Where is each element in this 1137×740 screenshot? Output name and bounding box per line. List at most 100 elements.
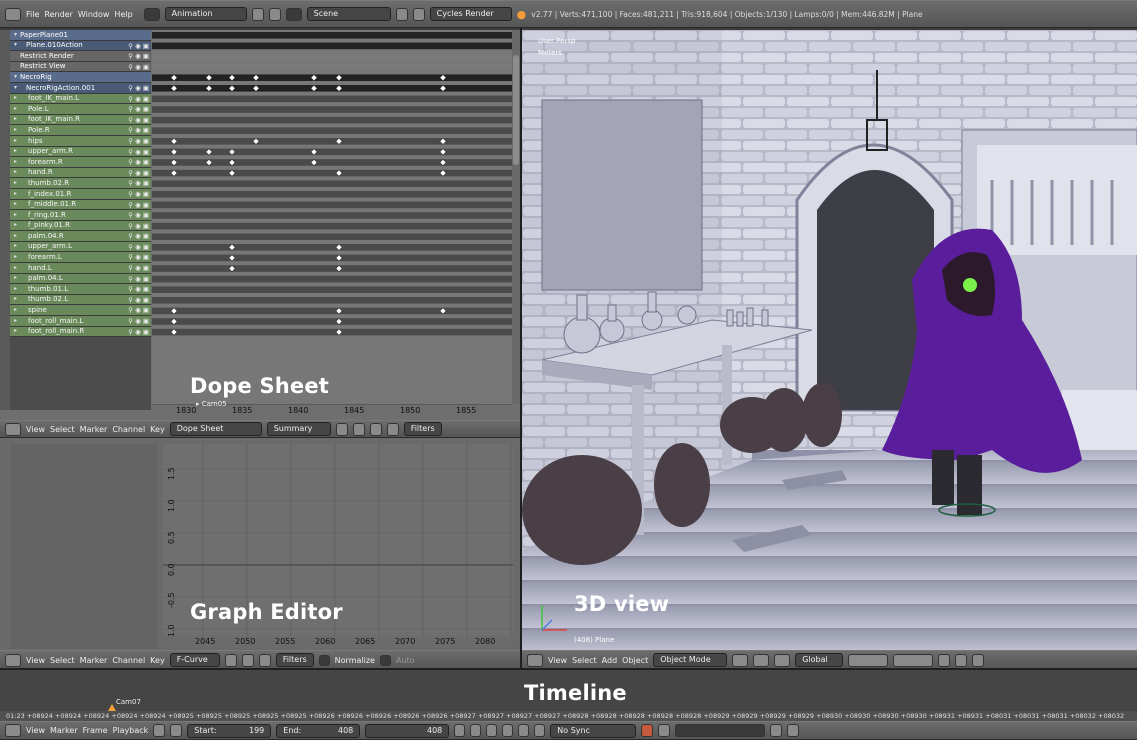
- proportional-icon[interactable]: [955, 653, 968, 667]
- channel-toggle-icons[interactable]: ⚲ ◉ ▣: [126, 241, 149, 252]
- graph-filter-icon-2[interactable]: [241, 653, 254, 667]
- graph-menu-select[interactable]: Select: [50, 656, 75, 665]
- keyframe-strip[interactable]: [152, 201, 512, 209]
- dope-mode-select[interactable]: Dope Sheet: [169, 422, 262, 436]
- jump-start-icon[interactable]: [454, 724, 466, 737]
- 3d-menu-view[interactable]: View: [548, 656, 567, 665]
- channel-row[interactable]: ▸ palm.04.L ⚲ ◉ ▣: [10, 273, 151, 285]
- channel-row[interactable]: ▸ Pole.R ⚲ ◉ ▣: [10, 125, 151, 136]
- channel-toggle-icons[interactable]: ⚲ ◉ ▣: [126, 135, 149, 146]
- channel-toggle-icons[interactable]: ⚲ ◉ ▣: [126, 263, 149, 273]
- keyframe-strip[interactable]: [152, 53, 512, 60]
- dope-sheet-scrollbar[interactable]: [512, 30, 520, 404]
- keyframe-strip[interactable]: [152, 42, 512, 50]
- dope-filter-icon-4[interactable]: [386, 422, 399, 436]
- keyframe-strip[interactable]: [152, 32, 512, 39]
- insert-key-icon[interactable]: [770, 724, 783, 737]
- sync-mode-select[interactable]: No Sync: [550, 723, 637, 738]
- keyframe-strip[interactable]: [152, 180, 512, 187]
- channel-row[interactable]: ▸ hand.R ⚲ ◉ ▣: [10, 167, 151, 179]
- channel-toggle-icons[interactable]: ⚲ ◉ ▣: [126, 125, 149, 135]
- channel-toggle-icons[interactable]: ⚲ ◉ ▣: [126, 316, 149, 326]
- channel-row[interactable]: ▸ foot_IK_main.R ⚲ ◉ ▣: [10, 114, 151, 126]
- delete-key-icon[interactable]: [787, 724, 800, 737]
- 3d-menu-add[interactable]: Add: [602, 656, 618, 665]
- graph-filter-icon-3[interactable]: [258, 653, 271, 667]
- dope-menu-select[interactable]: Select: [50, 425, 75, 434]
- channel-toggle-icons[interactable]: ⚲ ◉ ▣: [126, 167, 149, 178]
- channel-row[interactable]: ▸ upper_arm.L ⚲ ◉ ▣: [10, 241, 151, 253]
- keyframe-strip[interactable]: [152, 63, 512, 71]
- channel-toggle-icons[interactable]: ⚲ ◉ ▣: [126, 114, 149, 125]
- channel-row[interactable]: ▸ forearm.R ⚲ ◉ ▣: [10, 157, 151, 168]
- timeline-menu-marker[interactable]: Marker: [50, 726, 78, 735]
- screen-layout-icon[interactable]: [143, 7, 160, 21]
- snap-icon[interactable]: [938, 653, 951, 667]
- channel-toggle-icons[interactable]: ⚲ ◉ ▣: [126, 294, 149, 305]
- timeline-menu-view[interactable]: View: [26, 726, 45, 735]
- keyframe-strip[interactable]: [152, 286, 512, 293]
- keyframe-strip[interactable]: [152, 169, 512, 177]
- channel-toggle-icons[interactable]: ⚲ ◉ ▣: [126, 210, 149, 220]
- end-frame-field[interactable]: End: 408: [276, 723, 361, 738]
- graph-mode-select[interactable]: F-Curve: [169, 653, 220, 667]
- keyframe-strip[interactable]: [152, 244, 512, 251]
- channel-toggle-icons[interactable]: ⚲ ◉ ▣: [126, 326, 149, 337]
- channel-row[interactable]: ▸ foot_IK_main.L ⚲ ◉ ▣: [10, 93, 151, 105]
- keyframe-strips[interactable]: [152, 30, 512, 404]
- channel-toggle-icons[interactable]: ⚲ ◉ ▣: [126, 284, 149, 294]
- channel-row[interactable]: ▸ upper_arm.R ⚲ ◉ ▣: [10, 146, 151, 158]
- 3d-viewport[interactable]: User Persp Meters (408) Plane: [522, 30, 1137, 650]
- remove-screen-icon[interactable]: [268, 7, 281, 21]
- editor-type-info-icon[interactable]: [5, 7, 21, 21]
- area-separator-timeline[interactable]: [0, 668, 1137, 670]
- channel-row[interactable]: ▸ hips ⚲ ◉ ▣: [10, 135, 151, 147]
- channel-row[interactable]: ▸ f_middle.01.R ⚲ ◉ ▣: [10, 199, 151, 211]
- keyframe-strip[interactable]: [152, 233, 512, 240]
- channel-toggle-icons[interactable]: ⚲ ◉ ▣: [126, 231, 149, 241]
- dope-summary-toggle[interactable]: Summary: [266, 422, 331, 436]
- scene-icon[interactable]: [285, 7, 302, 21]
- dope-filter-icon-2[interactable]: [352, 422, 365, 436]
- preview-range-icon[interactable]: [153, 724, 166, 737]
- normalize-checkbox[interactable]: [318, 654, 330, 666]
- channel-row[interactable]: ▾ NecroRigAction.001 ⚲ ◉ ▣: [10, 82, 151, 94]
- keyframe-strip[interactable]: [152, 275, 512, 283]
- dope-menu-channel[interactable]: Channel: [112, 425, 145, 434]
- transform-orientation-select[interactable]: Global: [795, 653, 844, 667]
- menu-help[interactable]: Help: [114, 10, 132, 19]
- keyframe-strip[interactable]: [152, 265, 512, 272]
- dope-menu-view[interactable]: View: [26, 425, 45, 434]
- keyframe-strip[interactable]: [152, 222, 512, 230]
- remove-scene-icon[interactable]: [412, 7, 425, 21]
- channel-row[interactable]: Restrict Render ⚲ ◉ ▣: [10, 51, 151, 62]
- lock-range-icon[interactable]: [170, 724, 183, 737]
- keyframe-strip[interactable]: [152, 138, 512, 145]
- dope-sheet-keyframe-area[interactable]: [152, 30, 512, 404]
- channel-row[interactable]: ▸ palm.04.R ⚲ ◉ ▣: [10, 231, 151, 242]
- dope-menu-marker[interactable]: Marker: [80, 425, 108, 434]
- interaction-mode-select[interactable]: Object Mode: [653, 653, 728, 667]
- keyframe-strip[interactable]: [152, 307, 512, 315]
- channel-row[interactable]: ▸ spine ⚲ ◉ ▣: [10, 305, 151, 317]
- scene-field[interactable]: Scene: [306, 7, 391, 21]
- area-separator-vertical[interactable]: [520, 28, 522, 670]
- graph-filters-button[interactable]: Filters: [275, 653, 314, 667]
- layers-grid-icon-1[interactable]: [848, 653, 889, 667]
- channel-toggle-icons[interactable]: ⚲ ◉ ▣: [126, 199, 149, 210]
- graph-menu-channel[interactable]: Channel: [112, 656, 145, 665]
- dope-filter-icon-1[interactable]: [335, 422, 348, 436]
- channel-row[interactable]: ▾ Plane.010Action ⚲ ◉ ▣: [10, 40, 151, 52]
- 3d-menu-select[interactable]: Select: [572, 656, 597, 665]
- channel-toggle-icons[interactable]: ⚲ ◉ ▣: [126, 93, 149, 104]
- channel-toggle-icons[interactable]: ⚲ ◉ ▣: [126, 104, 149, 114]
- channel-row[interactable]: ▸ hand.L ⚲ ◉ ▣: [10, 263, 151, 274]
- dope-filters-button[interactable]: Filters: [403, 422, 442, 436]
- channel-row[interactable]: ▸ thumb.02.R ⚲ ◉ ▣: [10, 178, 151, 189]
- manipulator-icon[interactable]: [774, 653, 791, 667]
- channel-row[interactable]: ▸ foot_roll_main.L ⚲ ◉ ▣: [10, 316, 151, 327]
- scene-render[interactable]: [522, 30, 1137, 650]
- keyframe-strip[interactable]: [152, 116, 512, 124]
- jump-keyframe-forward-icon[interactable]: [518, 724, 530, 737]
- channel-row[interactable]: ▸ foot_roll_main.R ⚲ ◉ ▣: [10, 326, 151, 338]
